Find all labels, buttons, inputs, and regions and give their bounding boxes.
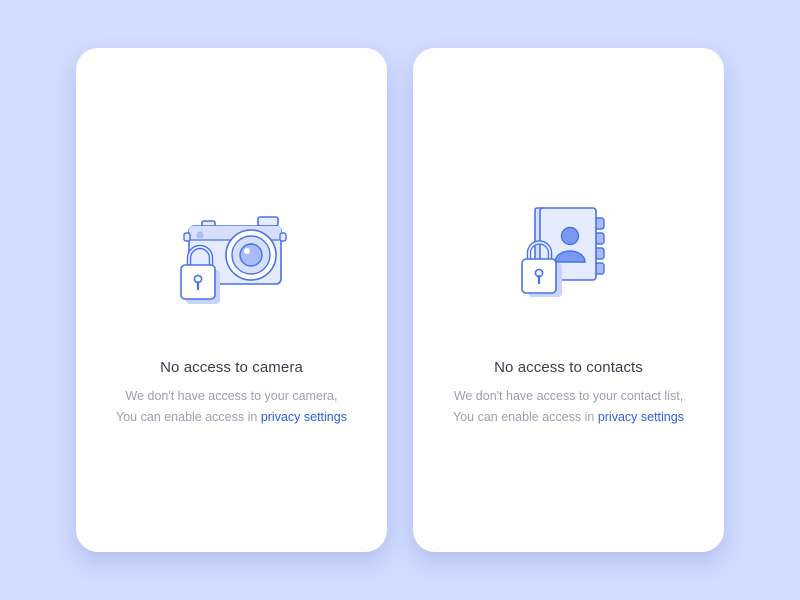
contacts-access-card: No access to contacts We don't have acce…	[413, 48, 724, 552]
contacts-locked-icon	[509, 206, 629, 306]
description-line-2: You can enable access in privacy setting…	[76, 407, 387, 428]
card-title: No access to contacts	[494, 359, 643, 376]
description-line-2: You can enable access in privacy setting…	[413, 407, 724, 428]
description-line-1: We don't have access to your camera,	[125, 389, 338, 403]
privacy-settings-link[interactable]: privacy settings	[261, 410, 347, 424]
card-description: We don't have access to your contact lis…	[413, 386, 724, 428]
description-line-2-text: You can enable access in	[116, 410, 261, 424]
card-title: No access to camera	[160, 359, 303, 376]
camera-locked-icon	[172, 206, 292, 306]
camera-access-card: No access to camera We don't have access…	[76, 48, 387, 552]
description-line-1: We don't have access to your contact lis…	[453, 389, 684, 403]
card-description: We don't have access to your camera, You…	[76, 386, 387, 428]
description-line-2-text: You can enable access in	[453, 410, 598, 424]
privacy-settings-link[interactable]: privacy settings	[598, 410, 684, 424]
